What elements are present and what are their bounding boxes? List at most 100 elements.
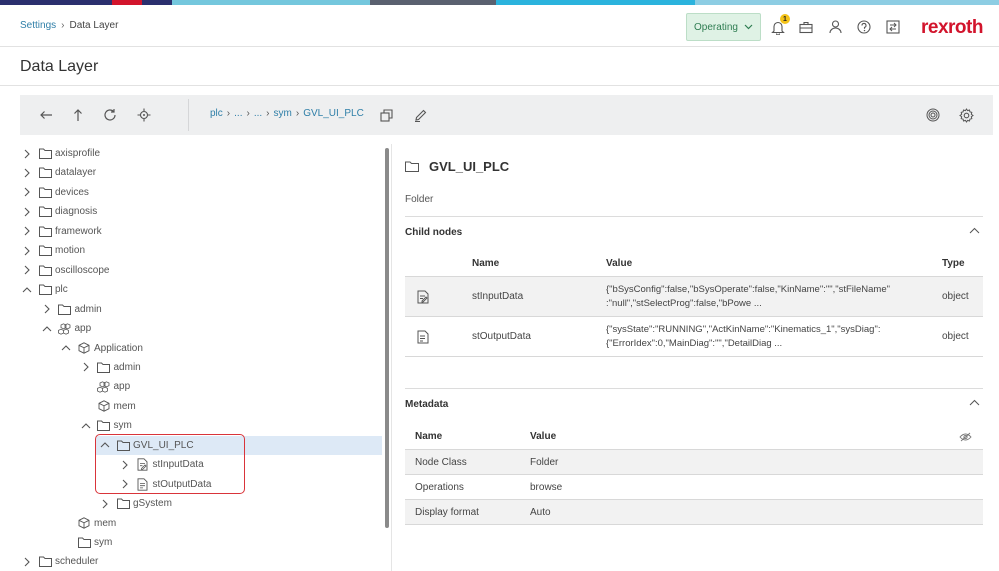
column-header-value[interactable]: Value — [606, 251, 632, 276]
path-segment-plc[interactable]: plc — [210, 108, 223, 119]
chevron-right-icon[interactable] — [40, 304, 54, 314]
chevron-right-icon[interactable] — [20, 226, 34, 236]
chevron-right-icon[interactable] — [20, 265, 34, 275]
tree-item-label: oscilloscope — [55, 264, 110, 276]
column-header-type[interactable]: Type — [942, 251, 965, 276]
tree-item-scheduler[interactable]: scheduler — [20, 552, 98, 571]
exit-icon[interactable] — [885, 19, 901, 35]
user-icon[interactable] — [827, 19, 843, 35]
tree-item-gsystem[interactable]: gSystem — [98, 494, 172, 513]
table-row[interactable]: stInputData {"bSysConfig":false,"bSysOpe… — [405, 277, 983, 317]
chevron-up-icon[interactable] — [59, 345, 73, 351]
tree-item-motion[interactable]: motion — [20, 241, 85, 260]
metadata-section-header[interactable]: Metadata — [405, 388, 983, 420]
tree-item-label: admin — [113, 361, 141, 373]
column-header-value: Value — [530, 431, 557, 442]
column-header-name: Name — [415, 431, 443, 442]
bell-icon[interactable]: 1 — [770, 14, 790, 35]
tree-item-datalayer[interactable]: datalayer — [20, 163, 96, 182]
row-value: {"sysState":"RUNNING","ActKinName":"Kine… — [606, 317, 931, 356]
tree-item-framework[interactable]: framework — [20, 222, 102, 241]
copy-icon[interactable] — [377, 106, 395, 124]
path-segment-ellipsis[interactable]: ... — [234, 108, 242, 119]
tree-item-sym[interactable]: sym — [79, 416, 132, 435]
folder-icon — [37, 147, 53, 161]
tree-scrollbar[interactable] — [385, 148, 389, 528]
tree-item-label: app — [113, 381, 131, 393]
fingerprint-icon[interactable] — [924, 106, 942, 124]
breadcrumb-current: Data Layer — [69, 20, 119, 31]
up-arrow-icon[interactable] — [69, 106, 87, 124]
row-value-line: {"ErrorIdex":0,"MainDiag":"","DetailDiag… — [606, 337, 783, 349]
chevron-up-icon[interactable] — [969, 227, 980, 234]
operating-state-dropdown[interactable]: Operating — [686, 13, 761, 41]
chevron-up-icon[interactable] — [79, 423, 93, 429]
folder-icon — [96, 419, 112, 433]
chevron-right-icon[interactable] — [20, 187, 34, 197]
path-separator: › — [246, 108, 250, 119]
chevron-up-icon[interactable] — [40, 325, 54, 332]
chevron-right-icon[interactable] — [20, 246, 34, 256]
help-icon[interactable] — [856, 19, 872, 35]
tree-item-app[interactable]: app — [79, 377, 131, 396]
breadcrumb-settings-link[interactable]: Settings — [20, 20, 56, 31]
path-segment-sym[interactable]: sym — [274, 108, 292, 119]
tree-item-label: sym — [113, 420, 132, 432]
table-row[interactable]: stOutputData {"sysState":"RUNNING","ActK… — [405, 317, 983, 357]
back-arrow-icon[interactable] — [37, 106, 55, 124]
app-icon — [96, 380, 112, 394]
path-separator: › — [295, 108, 300, 119]
node-title: GVL_UI_PLC — [405, 159, 509, 174]
row-type: object — [942, 331, 969, 342]
tree-item-admin[interactable]: admin — [79, 358, 141, 377]
refresh-icon[interactable] — [101, 106, 119, 124]
child-nodes-section-header[interactable]: Child nodes — [405, 216, 983, 248]
toolbar: plc › ... › ... › sym › GVL_UI_PLC — [20, 95, 993, 135]
path-separator: › — [266, 108, 270, 119]
metadata-name: Node Class — [415, 456, 467, 468]
folder-icon — [115, 497, 131, 511]
tree-item-plc[interactable]: plc — [20, 280, 68, 299]
tree-item-oscilloscope[interactable]: oscilloscope — [20, 261, 109, 280]
folder-icon — [37, 166, 53, 180]
tree-item-mem[interactable]: mem — [59, 514, 116, 533]
briefcase-icon[interactable] — [798, 19, 814, 35]
chevron-right-icon[interactable] — [20, 207, 34, 217]
target-icon[interactable] — [135, 106, 153, 124]
path-segment-ellipsis[interactable]: ... — [254, 108, 262, 119]
tree-item-admin[interactable]: admin — [40, 300, 102, 319]
chevron-up-icon[interactable] — [20, 286, 34, 293]
tree-item-label: sym — [94, 537, 113, 548]
eye-off-icon[interactable] — [959, 424, 972, 449]
tree-item-label: framework — [55, 225, 102, 237]
chevron-up-icon[interactable] — [969, 399, 980, 406]
table-header: Name Value Type — [405, 251, 983, 277]
chevron-right-icon[interactable] — [20, 557, 34, 567]
settings-icon[interactable] — [957, 106, 975, 124]
cube-icon — [76, 341, 92, 355]
toolbar-divider — [188, 99, 189, 131]
tree-item-sym[interactable]: sym — [59, 533, 112, 552]
chevron-right-icon[interactable] — [98, 499, 112, 509]
tree-item-mem[interactable]: mem — [79, 397, 136, 416]
node-path: plc › ... › ... › sym › GVL_UI_PLC — [210, 108, 364, 119]
tree-item-label: motion — [55, 245, 86, 257]
tree-item-app[interactable]: app — [40, 319, 92, 338]
cube-icon — [96, 399, 112, 413]
child-nodes-heading: Child nodes — [405, 227, 463, 238]
metadata-value: Folder — [530, 456, 559, 468]
child-nodes-table: Name Value Type stInputData {"bSysConfig… — [405, 251, 983, 357]
breadcrumb-separator: › — [61, 20, 65, 31]
tree-item-application[interactable]: Application — [59, 339, 143, 358]
tree-item-axisprofile[interactable]: axisprofile — [20, 144, 100, 163]
tree-item-devices[interactable]: devices — [20, 183, 89, 202]
chevron-right-icon[interactable] — [20, 149, 34, 159]
chevron-right-icon[interactable] — [20, 168, 34, 178]
chevron-right-icon[interactable] — [79, 362, 93, 372]
edit-icon[interactable] — [411, 106, 429, 124]
column-header-name[interactable]: Name — [472, 251, 499, 276]
path-segment-current[interactable]: GVL_UI_PLC — [303, 108, 364, 119]
folder-icon — [37, 205, 53, 219]
tree-item-diagnosis[interactable]: diagnosis — [20, 202, 97, 221]
tree-item-label: app — [74, 323, 92, 335]
